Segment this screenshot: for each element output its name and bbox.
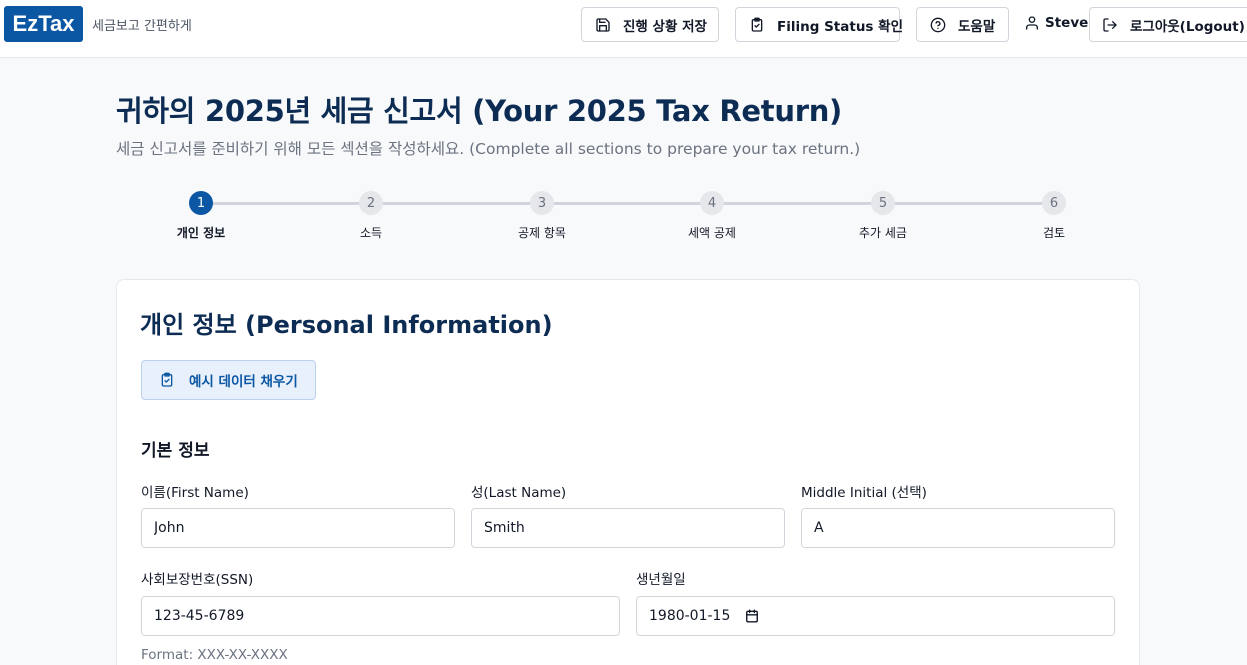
tagline: 세금보고 간편하게 (92, 19, 192, 34)
last-name-label: 성(Last Name) (471, 485, 567, 501)
step-6-circle[interactable]: 6 (1042, 191, 1066, 215)
last-name-input[interactable] (471, 508, 785, 548)
step-3-circle[interactable]: 3 (530, 191, 554, 215)
user-name: Steve (1045, 15, 1089, 31)
step-2-label[interactable]: 소득 (321, 224, 421, 241)
step-1-circle[interactable]: 1 (189, 191, 213, 215)
top-header: EzTax 세금보고 간편하게 진행 상황 저장 Filing Status 확… (0, 0, 1247, 58)
fill-example-button[interactable]: 예시 데이터 채우기 (141, 360, 316, 400)
middle-initial-label: Middle Initial (선택) (801, 485, 927, 501)
save-progress-label: 진행 상황 저장 (623, 18, 707, 35)
logout-label: 로그아웃(Logout) (1130, 18, 1245, 35)
ssn-format-hint: Format: XXX-XX-XXXX (141, 647, 288, 663)
step-6-label[interactable]: 검토 (1004, 224, 1104, 241)
page-title: 귀하의 2025년 세금 신고서 (Your 2025 Tax Return) (116, 94, 843, 128)
step-5-label[interactable]: 추가 세금 (833, 224, 933, 241)
stepper-track (212, 202, 1042, 205)
save-icon (595, 17, 611, 33)
clipboard-check-icon (161, 372, 173, 387)
logout-icon (1102, 17, 1118, 33)
save-progress-button[interactable]: 진행 상황 저장 (581, 7, 719, 42)
logout-button[interactable]: 로그아웃(Logout) (1089, 7, 1247, 42)
basic-info-heading: 기본 정보 (141, 441, 210, 461)
eztax-logo[interactable]: EzTax (4, 6, 83, 42)
fill-example-label: 예시 데이터 채우기 (189, 374, 298, 390)
help-label: 도움말 (958, 18, 996, 35)
step-4-label[interactable]: 세액 공제 (662, 224, 762, 241)
filing-status-label: Filing Status 확인 (777, 18, 904, 35)
step-2-circle[interactable]: 2 (359, 191, 383, 215)
dob-input[interactable] (636, 596, 1115, 636)
step-5-circle[interactable]: 5 (871, 191, 895, 215)
middle-initial-input[interactable] (801, 508, 1115, 548)
help-button[interactable]: 도움말 (916, 7, 1009, 42)
dob-label: 생년월일 (636, 572, 686, 588)
user-menu[interactable]: Steve (1024, 15, 1088, 31)
filing-status-button[interactable]: Filing Status 확인 (735, 7, 904, 42)
page-subtitle: 세금 신고서를 준비하기 위해 모든 섹션을 작성하세요. (Complete … (116, 140, 861, 158)
calendar-icon[interactable] (745, 609, 759, 623)
first-name-input[interactable] (141, 508, 455, 548)
first-name-label: 이름(First Name) (141, 485, 249, 501)
card-title: 개인 정보 (Personal Information) (140, 311, 553, 339)
step-1-label[interactable]: 개인 정보 (151, 224, 251, 241)
ssn-label: 사회보장번호(SSN) (141, 572, 254, 588)
help-circle-icon (930, 17, 946, 33)
clipboard-check-icon (749, 17, 765, 33)
step-4-circle[interactable]: 4 (700, 191, 724, 215)
user-icon (1026, 16, 1038, 30)
step-3-label[interactable]: 공제 항목 (492, 224, 592, 241)
ssn-input[interactable] (141, 596, 620, 636)
